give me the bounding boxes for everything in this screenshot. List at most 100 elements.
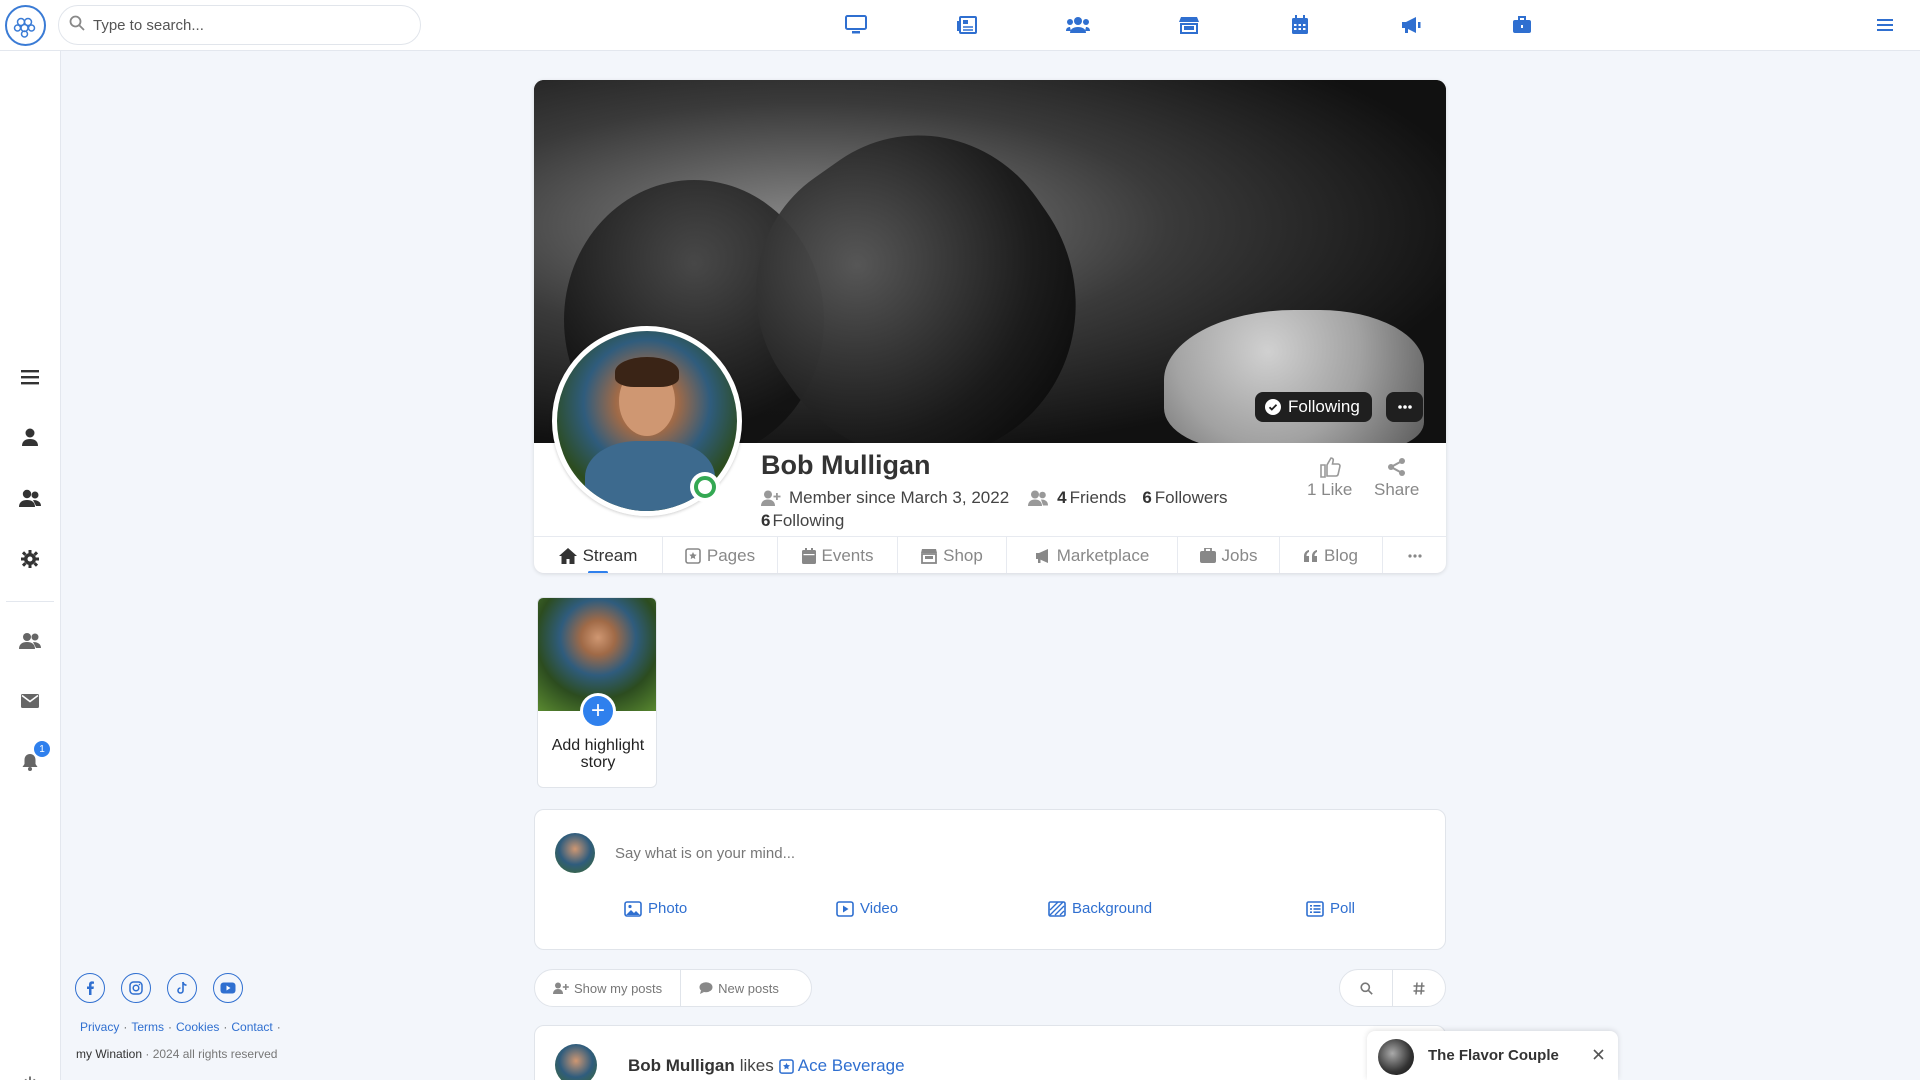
tab-marketplace[interactable]: Marketplace <box>1007 537 1178 573</box>
pattern-icon <box>1048 900 1066 917</box>
feed-post: Bob Mulligan likes Ace Beverage <box>534 1025 1446 1080</box>
tab-stream[interactable]: Stream <box>534 537 663 573</box>
post-author-avatar[interactable] <box>555 1044 597 1080</box>
video-icon <box>836 900 854 917</box>
chat-popup[interactable]: The Flavor Couple <box>1367 1031 1618 1080</box>
mail-icon[interactable] <box>15 686 45 716</box>
share-icon <box>1387 454 1407 480</box>
user-icon[interactable] <box>15 422 45 452</box>
show-my-posts-button[interactable]: Show my posts <box>535 970 680 1006</box>
thumbs-up-icon <box>1319 454 1341 480</box>
calendar-icon[interactable] <box>1244 10 1355 40</box>
tab-pages[interactable]: Pages <box>663 537 778 573</box>
newspaper-icon[interactable] <box>911 10 1022 40</box>
member-since: Member since March 3, 2022 <box>789 488 1010 507</box>
hashtag-icon[interactable] <box>1392 970 1445 1006</box>
sidebar-divider <box>6 601 54 602</box>
post-target-link[interactable]: Ace Beverage <box>778 1056 905 1076</box>
search-input[interactable] <box>93 16 393 34</box>
post-filters: Show my posts New posts <box>534 969 812 1007</box>
online-status-indicator <box>690 472 720 502</box>
megaphone-icon[interactable] <box>1355 10 1466 40</box>
plus-icon[interactable]: + <box>580 693 616 729</box>
search-posts-icon[interactable] <box>1340 970 1392 1006</box>
poll-button[interactable]: Poll <box>1306 900 1355 917</box>
brand-name: my Wination <box>76 1047 143 1061</box>
check-circle-icon <box>1265 399 1281 415</box>
notification-badge: 1 <box>34 741 50 757</box>
menu-toggle-icon[interactable] <box>1872 12 1898 38</box>
like-button[interactable]: 1 Like <box>1307 454 1352 500</box>
friends-icon[interactable] <box>15 483 45 513</box>
youtube-icon[interactable] <box>213 973 243 1003</box>
comment-icon <box>699 982 713 994</box>
briefcase-tab-icon <box>1199 548 1216 563</box>
megaphone-tab-icon <box>1035 548 1048 563</box>
user-plus-icon <box>761 490 781 506</box>
share-button[interactable]: Share <box>1374 454 1419 500</box>
post-action: likes <box>739 1056 774 1075</box>
menu-icon[interactable] <box>15 362 45 392</box>
store-tab-icon <box>921 548 938 564</box>
bell-icon[interactable]: 1 <box>15 741 50 777</box>
cookies-link[interactable]: Cookies <box>176 1020 219 1034</box>
image-icon <box>624 900 642 917</box>
followers-stat[interactable]: 6 Followers <box>1142 488 1227 508</box>
post-header: Bob Mulligan likes Ace Beverage <box>628 1056 905 1076</box>
ellipsis-icon <box>1397 405 1412 409</box>
profile-name: Bob Mulligan <box>761 450 931 480</box>
group-icon[interactable] <box>15 625 45 655</box>
following-button-label: Following <box>1288 397 1360 416</box>
profile-meta: Member since March 3, 2022 4 Friends 6 Fol… <box>761 488 1228 508</box>
new-posts-button[interactable]: New posts <box>680 970 797 1006</box>
copyright-text: · 2024 all rights reserved <box>145 1047 278 1061</box>
post-composer: Photo Video Background Poll <box>534 809 1446 950</box>
copyright: my Wination · 2024 all rights reserved <box>76 1047 277 1061</box>
tab-blog[interactable]: Blog <box>1280 537 1383 573</box>
settings-icon[interactable] <box>15 544 45 574</box>
facebook-icon[interactable] <box>75 973 105 1003</box>
footer-links: Privacy · Terms · Cookies · Contact · <box>80 1020 281 1034</box>
tab-jobs[interactable]: Jobs <box>1178 537 1280 573</box>
profile-card: Following Bob Mulligan Member since Marc… <box>534 80 1446 573</box>
video-button[interactable]: Video <box>836 900 898 917</box>
instagram-icon[interactable] <box>121 973 151 1003</box>
star-page-icon <box>778 1058 794 1074</box>
chat-avatar <box>1378 1039 1414 1075</box>
background-button[interactable]: Background <box>1048 900 1152 917</box>
like-count: 1 Like <box>1307 480 1353 499</box>
photo-button[interactable]: Photo <box>624 900 687 917</box>
more-options-button[interactable] <box>1386 392 1423 422</box>
post-author-name[interactable]: Bob Mulligan <box>628 1056 735 1076</box>
following-button[interactable]: Following <box>1255 392 1372 422</box>
briefcase-icon[interactable] <box>1466 10 1577 40</box>
users-icon[interactable] <box>1022 10 1133 40</box>
following-stat[interactable]: 6 Following <box>761 511 844 531</box>
tiktok-icon[interactable] <box>167 973 197 1003</box>
desktop-icon[interactable] <box>800 10 911 40</box>
search-box[interactable] <box>58 5 421 45</box>
social-links <box>75 973 243 1003</box>
friends-count-icon <box>1027 490 1049 506</box>
tab-more[interactable] <box>1383 537 1446 573</box>
quote-icon <box>1303 549 1317 562</box>
search-icon <box>69 15 85 36</box>
terms-link[interactable]: Terms <box>131 1020 164 1034</box>
tab-shop[interactable]: Shop <box>898 537 1007 573</box>
calendar-tab-icon <box>801 547 816 564</box>
privacy-link[interactable]: Privacy <box>80 1020 119 1034</box>
story-label: Add highlight story <box>551 737 645 771</box>
main-nav <box>800 10 1577 40</box>
top-bar <box>0 0 1920 51</box>
contact-link[interactable]: Contact <box>231 1020 272 1034</box>
grape-logo-icon[interactable] <box>5 5 46 46</box>
store-icon[interactable] <box>1133 10 1244 40</box>
add-highlight-story-card[interactable]: + Add highlight story <box>537 597 657 788</box>
post-tools <box>1339 969 1446 1007</box>
power-icon[interactable] <box>15 1069 45 1080</box>
tab-events[interactable]: Events <box>778 537 898 573</box>
close-icon[interactable] <box>1589 1045 1607 1063</box>
composer-input[interactable] <box>615 836 1415 870</box>
profile-tabs: Stream Pages Events Shop Marketplace Job… <box>534 536 1446 573</box>
friends-stat[interactable]: 4 Friends <box>1057 488 1126 508</box>
